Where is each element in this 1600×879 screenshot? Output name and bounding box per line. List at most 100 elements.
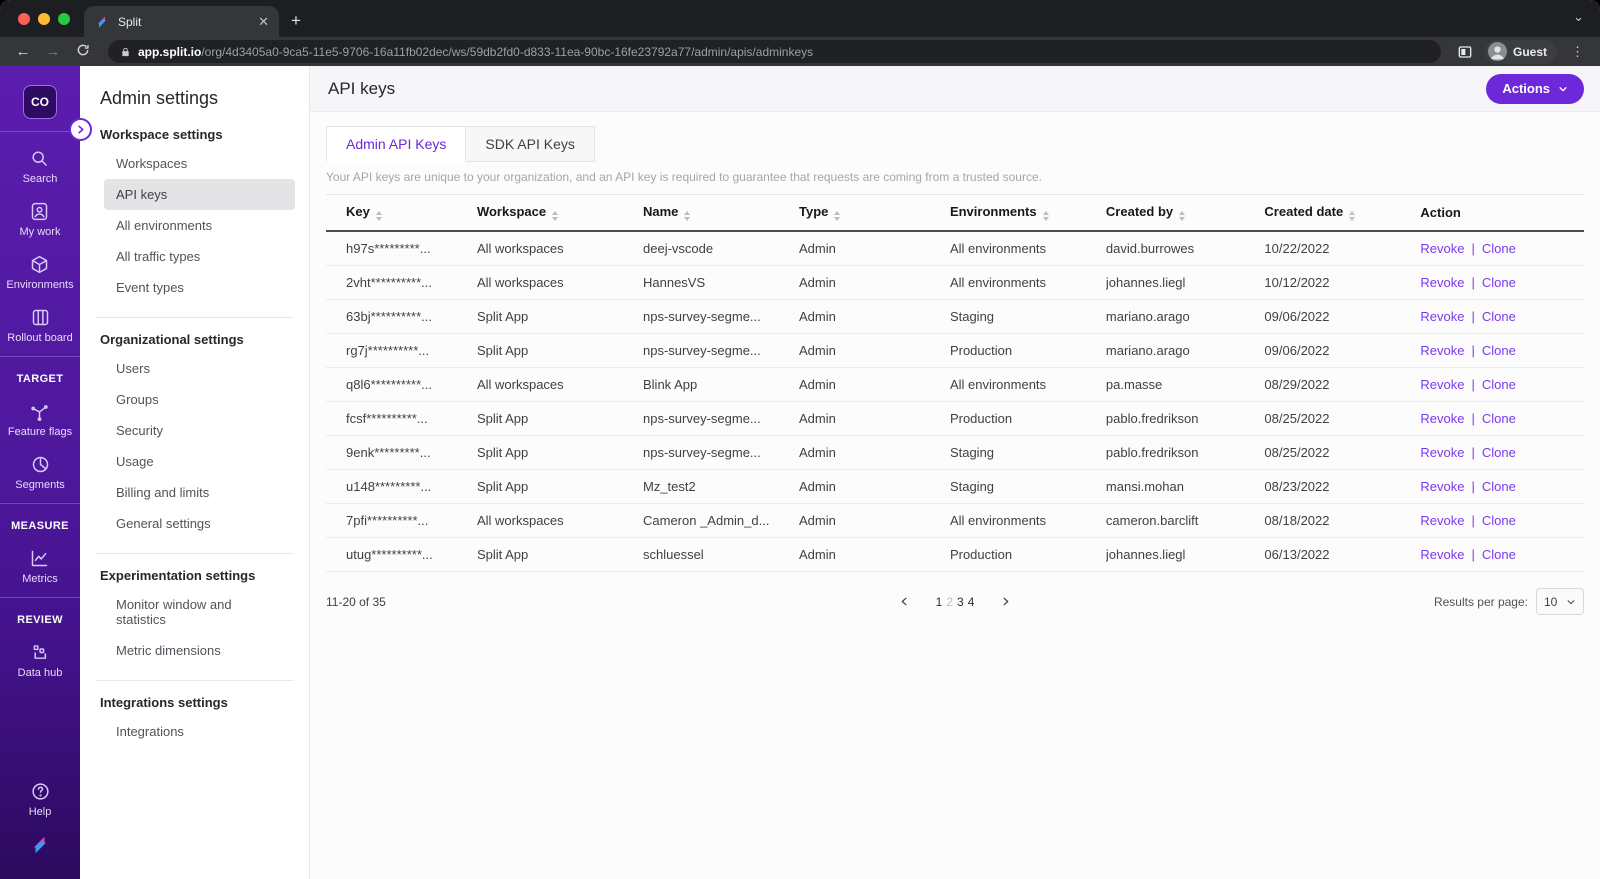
org-logo[interactable]: CO <box>23 85 57 119</box>
next-page-icon[interactable] <box>986 596 1025 607</box>
revoke-link[interactable]: Revoke <box>1420 411 1464 426</box>
sidebar-item-data-hub[interactable]: Data hub <box>18 642 62 679</box>
sidebar-item-my-work[interactable]: My work <box>20 201 60 238</box>
content-header: API keys Actions <box>310 66 1600 112</box>
cell-name: nps-survey-segme... <box>643 333 799 368</box>
cell-created_by: johannes.liegl <box>1105 265 1265 300</box>
admin-nav-item[interactable]: Groups <box>104 384 295 415</box>
prev-page-icon[interactable] <box>885 596 924 607</box>
cell-created_by: pablo.fredrikson <box>1105 435 1265 470</box>
cell-created_date: 10/22/2022 <box>1264 231 1421 266</box>
sidebar-item-segments[interactable]: Segments <box>15 454 65 491</box>
cell-created_date: 09/06/2022 <box>1264 333 1421 368</box>
admin-nav-item[interactable]: Security <box>104 415 295 446</box>
tab-admin-api-keys[interactable]: Admin API Keys <box>326 126 467 162</box>
tab-sdk-api-keys[interactable]: SDK API Keys <box>466 126 595 162</box>
column-header-created_date[interactable]: Created date <box>1264 194 1421 232</box>
column-header-environments[interactable]: Environments <box>949 194 1106 232</box>
cell-environments: All environments <box>949 231 1106 266</box>
sort-icon[interactable] <box>375 211 382 221</box>
back-button[interactable]: ← <box>10 43 36 60</box>
revoke-link[interactable]: Revoke <box>1420 547 1464 562</box>
nav-group-title: Experimentation settings <box>100 568 256 583</box>
column-header-workspace[interactable]: Workspace <box>476 194 643 232</box>
page-number-3[interactable]: 3 <box>955 595 966 609</box>
browser-menu-icon[interactable]: ⋮ <box>1565 44 1590 60</box>
cell-action: Revoke | Clone <box>1420 265 1584 300</box>
page-number-1[interactable]: 1 <box>934 595 945 609</box>
column-header-created_by[interactable]: Created by <box>1105 194 1265 232</box>
close-tab-icon[interactable]: ✕ <box>258 14 269 30</box>
table-row: 9enk*********... Split App nps-survey-segm… <box>326 435 1584 470</box>
cell-created_date: 06/13/2022 <box>1264 537 1421 572</box>
admin-nav-item[interactable]: Workspaces <box>104 148 295 179</box>
zoom-window-button[interactable] <box>58 12 70 25</box>
actions-button[interactable]: Actions <box>1486 73 1584 104</box>
browser-tab[interactable]: Split ✕ <box>84 6 279 37</box>
sidebar-item-rollout-board[interactable]: Rollout board <box>7 307 73 344</box>
admin-nav-item[interactable]: API keys <box>104 179 295 210</box>
clone-link[interactable]: Clone <box>1482 445 1516 460</box>
revoke-link[interactable]: Revoke <box>1420 241 1464 256</box>
column-header-type[interactable]: Type <box>798 194 950 232</box>
clone-link[interactable]: Clone <box>1482 377 1516 392</box>
cell-action: Revoke | Clone <box>1420 299 1584 334</box>
minimize-window-button[interactable] <box>38 12 50 25</box>
cell-key: u148*********... <box>326 469 477 504</box>
admin-nav-item[interactable]: Users <box>104 353 295 384</box>
clone-link[interactable]: Clone <box>1482 547 1516 562</box>
admin-nav-item[interactable]: General settings <box>104 508 295 539</box>
admin-nav-item[interactable]: Usage <box>104 446 295 477</box>
clone-link[interactable]: Clone <box>1482 275 1516 290</box>
sort-icon[interactable] <box>552 211 559 221</box>
admin-nav-item[interactable]: All traffic types <box>104 241 295 272</box>
cell-action: Revoke | Clone <box>1420 401 1584 436</box>
page-number-4[interactable]: 4 <box>966 595 977 609</box>
revoke-link[interactable]: Revoke <box>1420 275 1464 290</box>
sort-icon[interactable] <box>834 211 841 221</box>
address-bar[interactable]: app.split.io/org/4d3405a0-9ca5-11e5-9706… <box>108 40 1441 63</box>
cell-created_date: 08/18/2022 <box>1264 503 1421 538</box>
page-number-2[interactable]: 2 <box>944 595 955 609</box>
revoke-link[interactable]: Revoke <box>1420 445 1464 460</box>
sort-icon[interactable] <box>684 211 691 221</box>
profile-button[interactable]: Guest <box>1484 39 1557 64</box>
admin-nav-item[interactable]: Metric dimensions <box>104 635 295 666</box>
cell-created_date: 08/25/2022 <box>1264 435 1421 470</box>
close-window-button[interactable] <box>18 12 30 25</box>
sidebar-item-help[interactable]: Help <box>29 781 51 818</box>
clone-link[interactable]: Clone <box>1482 513 1516 528</box>
admin-nav-item[interactable]: Integrations <box>104 716 295 747</box>
admin-nav-item[interactable]: Billing and limits <box>104 477 295 508</box>
cell-environments: All environments <box>949 367 1106 402</box>
sort-icon[interactable] <box>1042 211 1049 221</box>
clone-link[interactable]: Clone <box>1482 309 1516 324</box>
admin-nav-item[interactable]: Monitor window and statistics <box>104 589 295 635</box>
clone-link[interactable]: Clone <box>1482 241 1516 256</box>
column-header-name[interactable]: Name <box>643 194 799 232</box>
sort-icon[interactable] <box>1349 211 1356 221</box>
sidebar-item-environments[interactable]: Environments <box>6 254 74 291</box>
forward-button[interactable]: → <box>40 43 66 60</box>
tab-search-chevron-icon[interactable]: ⌄ <box>1573 9 1584 25</box>
reload-button[interactable] <box>70 43 96 61</box>
sidebar-item-search[interactable]: Search <box>23 148 57 185</box>
clone-link[interactable]: Clone <box>1482 479 1516 494</box>
table-row: q8l6**********... All workspaces Blink App… <box>326 367 1584 402</box>
revoke-link[interactable]: Revoke <box>1420 343 1464 358</box>
side-panel-icon[interactable] <box>1457 44 1473 60</box>
revoke-link[interactable]: Revoke <box>1420 513 1464 528</box>
admin-nav-item[interactable]: All environments <box>104 210 295 241</box>
clone-link[interactable]: Clone <box>1482 343 1516 358</box>
sidebar-item-metrics[interactable]: Metrics <box>22 548 58 585</box>
sidebar-expand-button[interactable] <box>69 118 92 141</box>
new-tab-button[interactable]: + <box>279 11 315 37</box>
sidebar-item-feature-flags[interactable]: Feature flags <box>8 401 72 438</box>
revoke-link[interactable]: Revoke <box>1420 479 1464 494</box>
clone-link[interactable]: Clone <box>1482 411 1516 426</box>
admin-nav-item[interactable]: Event types <box>104 272 295 303</box>
sort-icon[interactable] <box>1179 211 1186 221</box>
revoke-link[interactable]: Revoke <box>1420 377 1464 392</box>
revoke-link[interactable]: Revoke <box>1420 309 1464 324</box>
column-header-key[interactable]: Key <box>326 194 477 232</box>
